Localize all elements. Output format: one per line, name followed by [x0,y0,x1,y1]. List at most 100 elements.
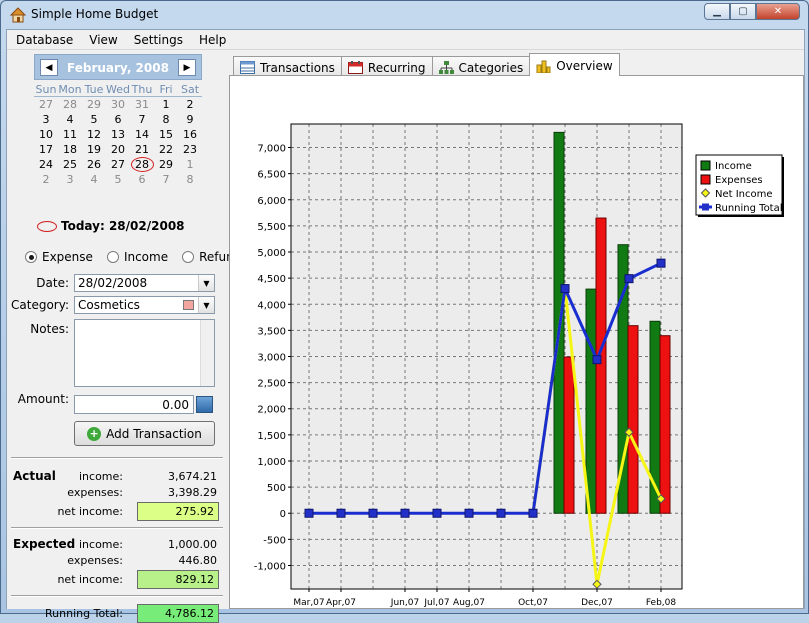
calendar-day[interactable]: 30 [106,97,130,112]
calendar-day[interactable]: 25 [58,157,82,172]
divider [11,527,223,529]
maximize-button[interactable]: ▢ [730,3,756,20]
tab-overview-label: Overview [556,59,613,73]
menu-settings[interactable]: Settings [125,30,190,49]
legend-label: Income [715,161,752,172]
expected-net-value: 829.12 [137,570,219,589]
radio-icon [106,251,119,263]
tab-categories[interactable]: Categories [431,56,531,76]
calendar-day[interactable]: 5 [106,172,130,187]
calendar-day[interactable]: 7 [154,172,178,187]
arrow-left-icon: ◀ [45,62,53,73]
calendar-next-button[interactable]: ▶ [178,59,196,76]
calendar-icon [347,61,363,74]
tab-recurring[interactable]: Recurring [340,56,433,76]
calendar-day[interactable]: 28 [58,97,82,112]
category-select[interactable]: Cosmetics ▼ [74,296,215,314]
calendar-day[interactable]: 29 [154,157,178,172]
calendar-day[interactable]: 20 [106,142,130,157]
x-tick-label: Oct,07 [518,598,548,608]
bar-income [585,288,597,514]
expected-net-label: net income: [57,573,123,586]
calendar-day[interactable]: 27 [34,97,58,112]
calendar-day[interactable]: 4 [58,112,82,127]
calendar-day[interactable]: 6 [130,172,154,187]
radio-expense[interactable]: Expense [25,250,93,264]
amount-input[interactable]: 0.00 [74,395,194,414]
legend-label: Net Income [715,189,773,200]
menu-help[interactable]: Help [190,30,233,49]
calendar-day[interactable]: 1 [178,157,202,172]
calendar-day[interactable]: 16 [178,127,202,142]
calendar-day[interactable]: 9 [178,112,202,127]
chevron-down-icon[interactable]: ▼ [198,275,214,291]
calendar-day[interactable]: 2 [34,172,58,187]
calendar-month-label[interactable]: February, 2008 [61,61,175,75]
x-axis-ticks: Mar,07 Apr,07 Jun,07 Jul,07 Aug,07 Oct,07 Dec,… [293,589,676,608]
calendar-day[interactable]: 8 [178,172,202,187]
notes-scrollbar[interactable] [200,320,214,386]
y-tick-label: 5,000 [257,248,286,259]
tab-overview[interactable]: Overview [529,53,620,76]
legend-label: Expenses [715,175,763,186]
menu-bar: Database View Settings Help [7,30,804,50]
calendar-day[interactable]: 8 [154,112,178,127]
calendar-day[interactable]: 4 [82,172,106,187]
calendar-day[interactable]: 27 [106,157,130,172]
calendar-day[interactable]: 17 [34,142,58,157]
calendar-prev-button[interactable]: ◀ [40,59,58,76]
calendar-day[interactable]: 14 [130,127,154,142]
add-transaction-button[interactable]: + Add Transaction [74,421,215,446]
calendar-day[interactable]: 18 [58,142,82,157]
calendar-day[interactable]: 11 [58,127,82,142]
calendar-dow: Wed [106,83,130,96]
close-button[interactable]: ✕ [756,3,800,20]
calendar-day[interactable]: 1 [154,97,178,112]
calendar-day[interactable]: 19 [82,142,106,157]
calendar-day[interactable]: 3 [34,112,58,127]
date-picker[interactable]: 28/02/2008 ▼ [74,274,215,292]
calendar-day[interactable]: 10 [34,127,58,142]
radio-icon [182,251,195,263]
point-running-total [400,508,410,518]
category-value: Cosmetics [78,298,140,312]
calendar-day[interactable]: 22 [154,142,178,157]
today-label: Today: 28/02/2008 [61,219,185,233]
calendar-day[interactable]: 13 [106,127,130,142]
calendar-day[interactable]: 12 [82,127,106,142]
calculator-icon[interactable] [196,396,213,413]
title-bar[interactable]: Simple Home Budget ▁ ▢ ✕ [1,1,808,29]
calendar-day[interactable]: 2 [178,97,202,112]
calendar-day[interactable]: 21 [130,142,154,157]
y-tick-label: 2,500 [257,379,286,390]
calendar-day[interactable]: 24 [34,157,58,172]
x-tick-label: Feb,08 [646,598,677,608]
legend-swatch-running-total [702,203,709,211]
calendar-day[interactable]: 31 [130,97,154,112]
calendar-day[interactable]: 23 [178,142,202,157]
calendar-day-today[interactable]: 28 [130,157,154,172]
radio-income[interactable]: Income [106,250,168,264]
calendar-day[interactable]: 7 [130,112,154,127]
tab-transactions[interactable]: Transactions [233,56,342,76]
calendar-day[interactable]: 6 [106,112,130,127]
calendar-day[interactable]: 26 [82,157,106,172]
chart-icon [536,60,551,73]
y-tick-label: 2,000 [257,405,286,416]
calendar-grid: Sun Mon Tue Wed Thu Fri Sat 27 28 29 30 … [34,83,202,187]
y-tick-label: 6,500 [257,170,286,181]
x-tick-label: Jun,07 [390,598,419,608]
actual-net-value: 275.92 [137,502,219,521]
menu-view[interactable]: View [80,30,124,49]
minimize-button[interactable]: ▁ [704,3,730,20]
calendar-day[interactable]: 3 [58,172,82,187]
notes-input[interactable] [74,319,215,387]
client-area: Database View Settings Help ◀ February, … [6,29,805,623]
calendar-day[interactable]: 15 [154,127,178,142]
expected-expenses-value: 446.80 [178,554,218,567]
chevron-down-icon[interactable]: ▼ [198,297,214,313]
calendar-day[interactable]: 5 [82,112,106,127]
calendar-day[interactable]: 29 [82,97,106,112]
menu-database[interactable]: Database [7,30,80,49]
today-link[interactable]: Today: 28/02/2008 [37,219,185,233]
